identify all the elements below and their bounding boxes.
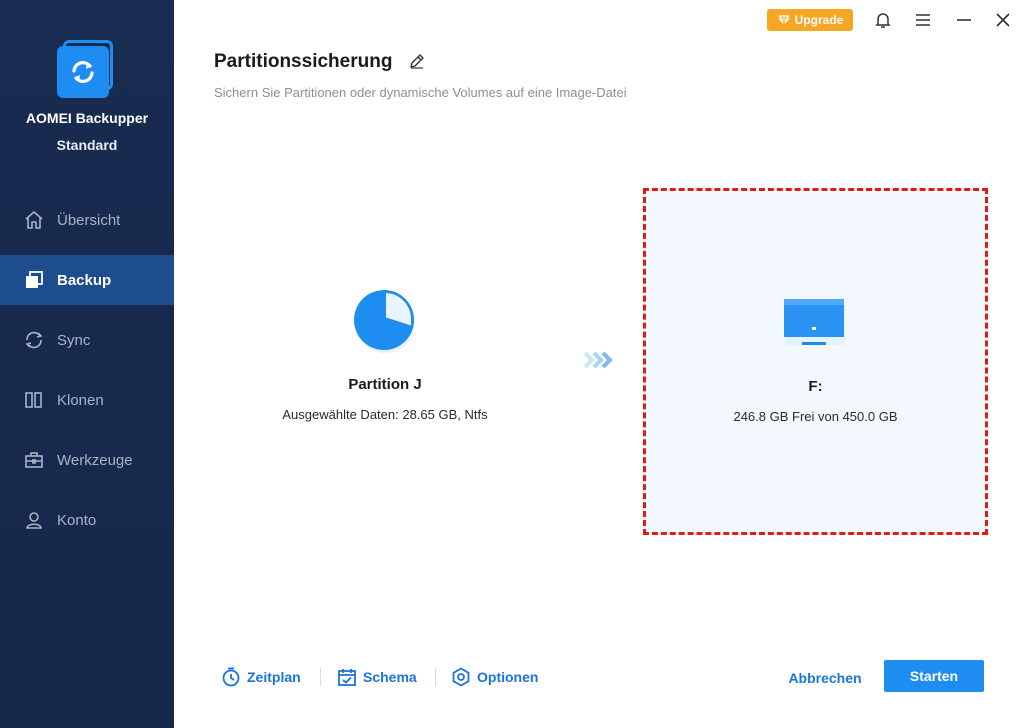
start-button[interactable]: Starten [884, 660, 984, 692]
app-logo [55, 38, 117, 100]
app-edition: Standard [56, 137, 118, 153]
sidebar-item-label: Backup [57, 271, 112, 289]
stopwatch-icon [222, 667, 240, 687]
chevron-right-arrows-icon [583, 351, 613, 369]
destination-card[interactable]: F: 246.8 GB Frei von 450.0 GB [643, 188, 988, 535]
sidebar-item-label: Konto [57, 511, 97, 529]
divider [320, 668, 321, 686]
edit-pencil-icon[interactable] [408, 52, 428, 72]
sidebar-item-clone[interactable]: Klonen [0, 375, 174, 425]
sidebar-item-label: Klonen [57, 391, 104, 409]
clone-icon [23, 389, 45, 411]
sidebar-item-label: Werkzeuge [57, 451, 133, 469]
schedule-label: Zeitplan [247, 669, 301, 685]
source-detail: Ausgewählte Daten: 28.65 GB, Ntfs [282, 407, 488, 422]
calendar-check-icon [338, 669, 356, 686]
scheme-label: Schema [363, 669, 417, 685]
app-name: AOMEI Backupper [25, 110, 149, 126]
gear-icon [452, 667, 470, 687]
sync-icon [23, 329, 45, 351]
home-icon [23, 209, 45, 231]
source-partition-card[interactable]: Partition J Ausgewählte Daten: 28.65 GB,… [240, 285, 530, 435]
source-name: Partition J [348, 376, 422, 393]
notification-bell-icon[interactable] [871, 8, 895, 32]
minimize-icon[interactable] [952, 8, 976, 32]
monitor-icon [784, 299, 845, 345]
user-icon [23, 509, 45, 531]
cancel-button[interactable]: Abbrechen [778, 664, 872, 692]
pie-chart-partition-icon [354, 290, 415, 353]
destination-detail: 246.8 GB Frei von 450.0 GB [733, 409, 898, 424]
options-label: Optionen [477, 669, 539, 685]
destination-name: F: [808, 378, 823, 395]
options-button[interactable]: Optionen [451, 664, 538, 690]
divider [435, 668, 436, 686]
scheme-button[interactable]: Schema [337, 664, 417, 690]
sidebar-item-tools[interactable]: Werkzeuge [0, 435, 174, 485]
upgrade-button[interactable]: Upgrade [767, 9, 853, 31]
sidebar-item-account[interactable]: Konto [0, 495, 174, 545]
sidebar-item-sync[interactable]: Sync [0, 315, 174, 365]
app-window: AOMEI Backupper Standard Übersicht Backu… [0, 0, 1025, 728]
diamond-icon [777, 14, 790, 26]
close-icon[interactable] [991, 8, 1015, 32]
sync-arrows-icon [57, 46, 109, 98]
sidebar-item-backup[interactable]: Backup [0, 255, 174, 305]
schedule-button[interactable]: Zeitplan [221, 664, 301, 690]
sidebar: AOMEI Backupper Standard Übersicht Backu… [0, 0, 174, 728]
sidebar-item-overview[interactable]: Übersicht [0, 195, 174, 245]
upgrade-label: Upgrade [794, 13, 844, 27]
page-subtitle: Sichern Sie Partitionen oder dynamische … [214, 85, 627, 100]
menu-icon[interactable] [911, 8, 935, 32]
page-title: Partitionssicherung [214, 51, 393, 72]
sidebar-item-label: Übersicht [57, 211, 121, 229]
sidebar-item-label: Sync [57, 331, 91, 349]
backup-icon [23, 269, 45, 291]
toolbox-icon [23, 449, 45, 471]
